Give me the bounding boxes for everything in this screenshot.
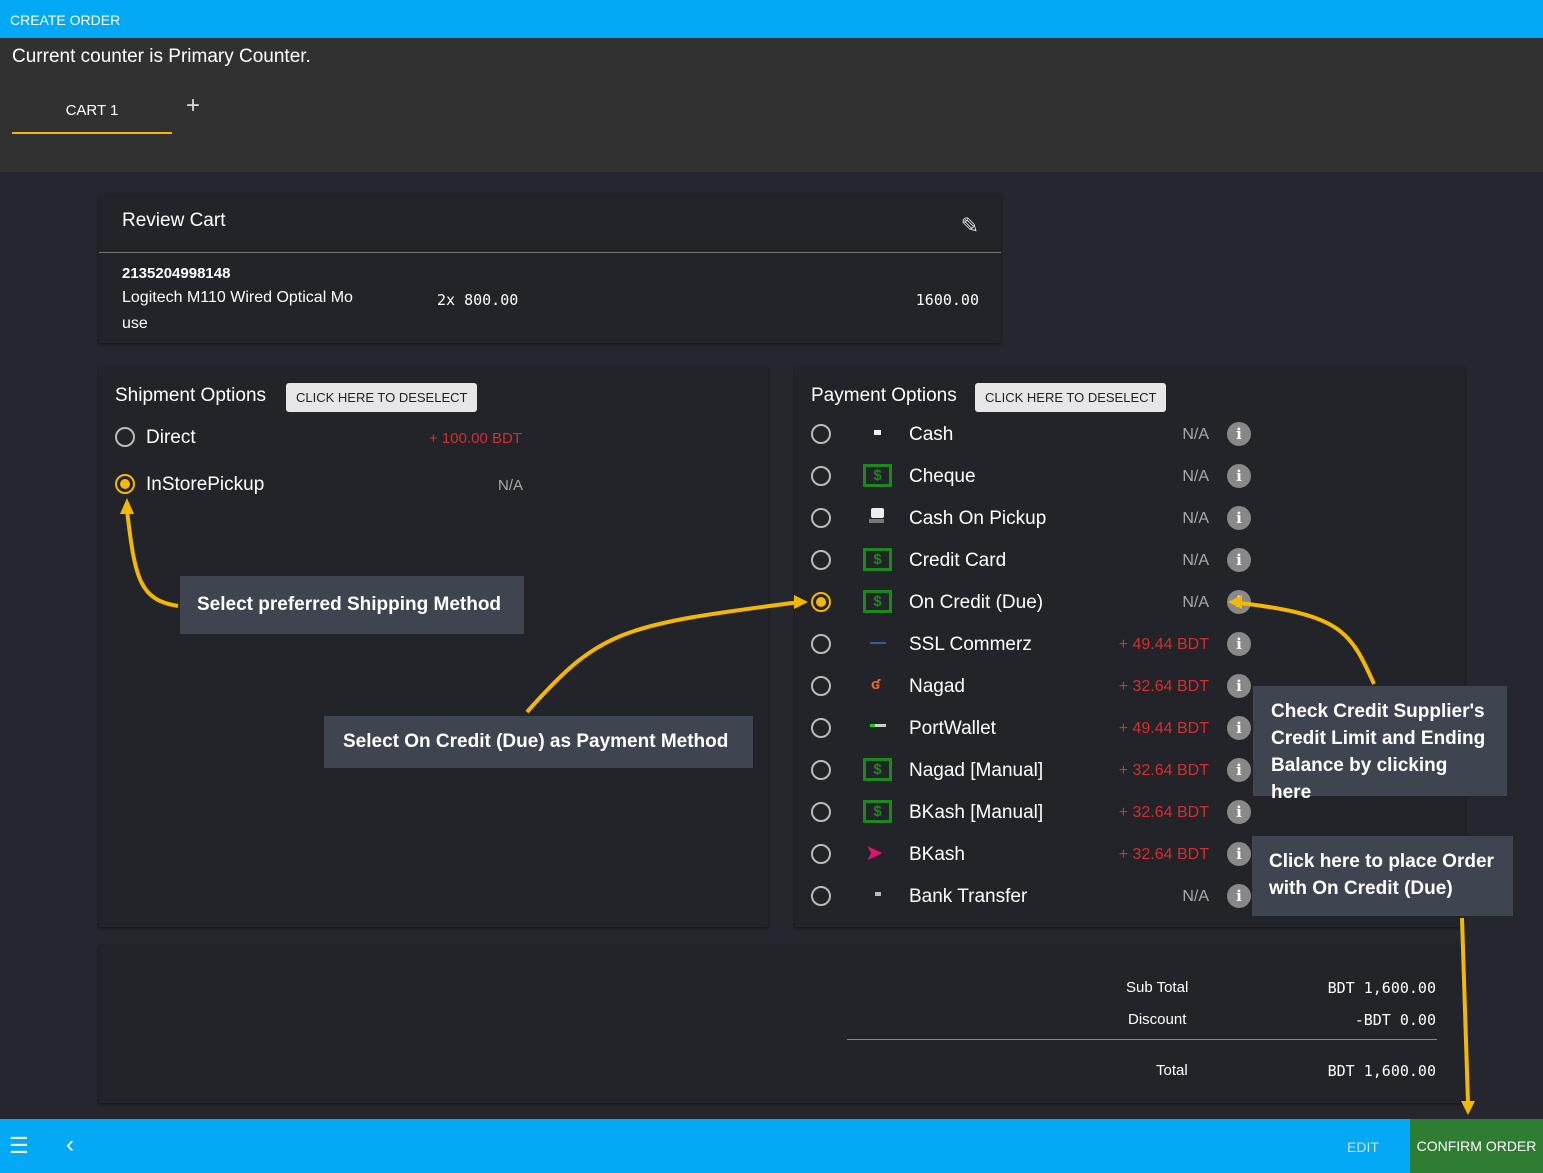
confirm-order-button[interactable]: CONFIRM ORDER: [1410, 1119, 1543, 1173]
arrow-credit: [1239, 601, 1376, 685]
bottom-bar: ☰ ‹ EDIT CONFIRM ORDER: [0, 1119, 1543, 1173]
back-chevron-icon[interactable]: ‹: [66, 1131, 74, 1159]
arrow-shipping: [125, 509, 179, 608]
arrow-confirm: [1460, 917, 1470, 1104]
arrow-payment: [525, 600, 801, 714]
edit-button[interactable]: EDIT: [1347, 1139, 1379, 1155]
menu-icon[interactable]: ☰: [9, 1133, 29, 1159]
annotation-arrows: [120, 498, 1475, 1115]
